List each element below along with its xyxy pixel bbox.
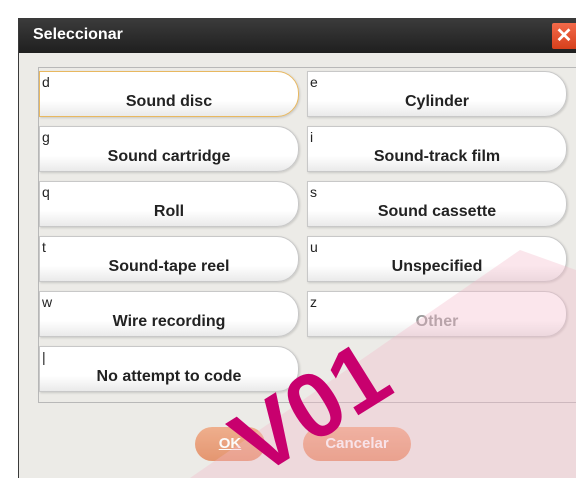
title-bar: Seleccionar ✕: [19, 19, 576, 53]
option-sound-cartridge[interactable]: g Sound cartridge: [39, 126, 299, 172]
option-code: t: [42, 239, 46, 255]
options-panel: d Sound disc e Cylinder g Sound cartridg…: [38, 67, 576, 403]
close-icon[interactable]: ✕: [552, 23, 576, 49]
option-label: No attempt to code: [96, 368, 242, 385]
option-label: Sound cartridge: [107, 148, 231, 165]
option-label: Cylinder: [404, 93, 469, 110]
option-code: d: [42, 74, 50, 90]
option-other[interactable]: z Other: [307, 291, 567, 337]
option-label: Sound-track film: [373, 148, 501, 165]
option-code: s: [310, 184, 317, 200]
option-code: |: [42, 349, 46, 365]
option-unspecified[interactable]: u Unspecified: [307, 236, 567, 282]
option-label: Unspecified: [391, 258, 483, 275]
option-sound-tape-reel[interactable]: t Sound-tape reel: [39, 236, 299, 282]
option-code: u: [310, 239, 318, 255]
option-code: q: [42, 184, 50, 200]
option-code: w: [42, 294, 53, 310]
dialog-title: Seleccionar: [33, 26, 123, 43]
option-roll[interactable]: q Roll: [39, 181, 299, 227]
option-no-attempt-to-code[interactable]: | No attempt to code: [39, 346, 299, 392]
option-sound-disc[interactable]: d Sound disc: [39, 71, 299, 117]
option-sound-track-film[interactable]: i Sound-track film: [307, 126, 567, 172]
cancel-button[interactable]: Cancelar: [303, 427, 411, 461]
ok-button[interactable]: OK: [195, 427, 265, 461]
option-label: Sound disc: [125, 93, 213, 110]
option-label: Wire recording: [112, 313, 226, 330]
option-sound-cassette[interactable]: s Sound cassette: [307, 181, 567, 227]
option-cylinder[interactable]: e Cylinder: [307, 71, 567, 117]
option-label: Sound-tape reel: [108, 258, 230, 275]
option-label: Other: [415, 313, 459, 330]
option-wire-recording[interactable]: w Wire recording: [39, 291, 299, 337]
option-code: z: [310, 294, 317, 310]
option-label: Roll: [153, 203, 185, 220]
select-dialog: Seleccionar ✕ d Sound disc e Cylinder g …: [18, 18, 576, 478]
option-code: i: [310, 129, 314, 145]
option-label: Sound cassette: [377, 203, 497, 220]
option-code: g: [42, 129, 50, 145]
option-code: e: [310, 74, 318, 90]
